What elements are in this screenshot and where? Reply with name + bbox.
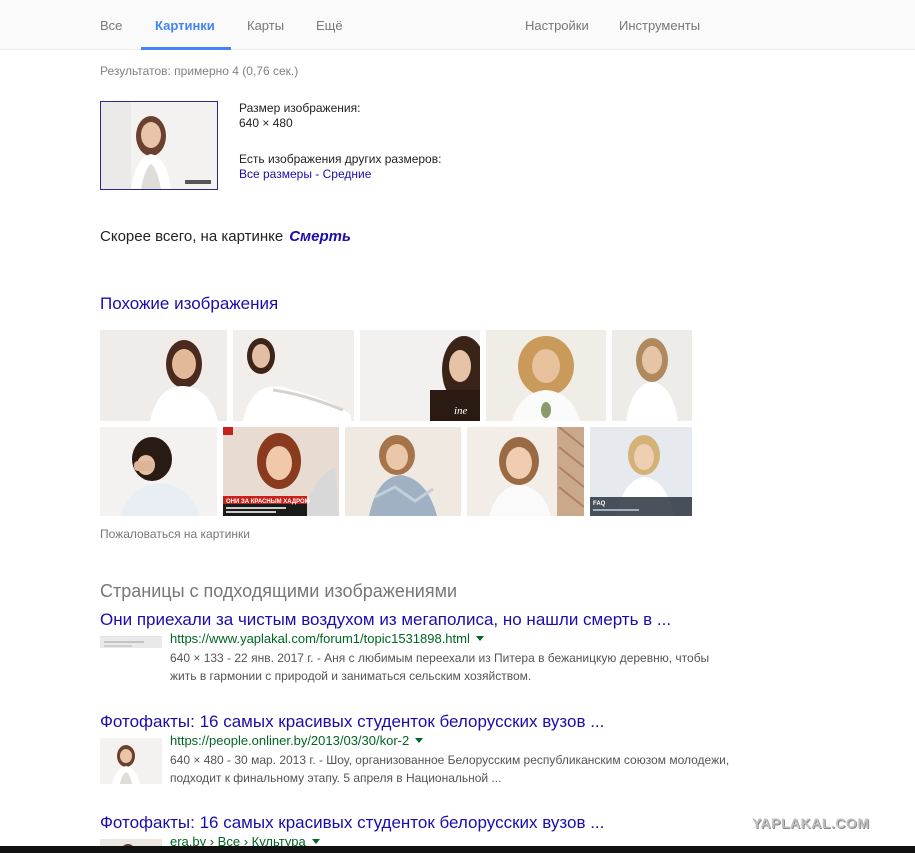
- tab-all[interactable]: Все: [100, 0, 122, 49]
- similar-image-6[interactable]: [100, 427, 217, 516]
- result-1-url[interactable]: https://www.yaplakal.com/forum1/topic153…: [170, 631, 484, 646]
- similar-photo-5: [612, 330, 692, 421]
- similar-photo-4: [486, 330, 606, 421]
- search-result-2: Фотофакты: 16 самых красивых студенток б…: [100, 712, 740, 792]
- tab-maps[interactable]: Карты: [247, 0, 284, 49]
- result-1-title[interactable]: Они приехали за чистым воздухом из мегап…: [100, 610, 740, 630]
- similar-image-3-signature: ine: [454, 405, 468, 417]
- best-guess-link[interactable]: Смерть: [289, 228, 351, 245]
- other-sizes-links: Все размеры - Средние: [239, 167, 441, 182]
- result-1-url-text[interactable]: https://www.yaplakal.com/forum1/topic153…: [170, 631, 470, 646]
- bottom-edge-bar: [0, 846, 915, 853]
- tab-more[interactable]: Ещё: [316, 0, 343, 49]
- similar-image-8[interactable]: [345, 427, 461, 516]
- similar-photo-10: FAQ: [590, 427, 692, 516]
- settings-link[interactable]: Настройки: [525, 0, 589, 49]
- similar-image-9[interactable]: [467, 427, 584, 516]
- similar-photo-1: [100, 330, 227, 421]
- result-1-snippet: 640 × 133 - 22 янв. 2017 г. - Аня с люби…: [170, 651, 710, 683]
- result-3-title[interactable]: Фотофакты: 16 самых красивых студенток б…: [100, 813, 740, 833]
- result-2-thumbnail[interactable]: [100, 738, 162, 784]
- result-1-caret-down-icon[interactable]: [475, 636, 484, 641]
- result-2-caret-down-icon[interactable]: [415, 738, 424, 743]
- result-2-title[interactable]: Фотофакты: 16 самых красивых студенток б…: [100, 712, 740, 732]
- image-size-value: 640 × 480: [239, 116, 293, 130]
- similar-image-3[interactable]: ine: [360, 330, 480, 421]
- best-guess-prefix: Скорее всего, на картинке: [100, 228, 284, 245]
- result-3-caret-down-icon[interactable]: [311, 839, 320, 844]
- result-1-thumbnail[interactable]: [100, 636, 162, 648]
- best-guess: Скорее всего, на картинке Смерть: [100, 228, 351, 245]
- similar-photo-8: [345, 427, 461, 516]
- similar-image-7[interactable]: ОНИ ЗА КРАСНЫМ ХАДРОМ: [223, 427, 339, 516]
- similar-image-4[interactable]: [486, 330, 606, 421]
- tab-images[interactable]: Картинки: [141, 0, 231, 50]
- result-2-snippet: 640 × 480 - 30 мар. 2013 г. - Шоу, орган…: [170, 753, 730, 785]
- matching-pages-title: Страницы с подходящими изображениями: [100, 581, 458, 601]
- query-image-info: Размер изображения: 640 × 480 Есть изобр…: [239, 101, 441, 182]
- medium-sizes-link[interactable]: Средние: [323, 167, 372, 181]
- result-2-url[interactable]: https://people.onliner.by/2013/03/30/kor…: [170, 733, 424, 748]
- tools-link[interactable]: Инструменты: [619, 0, 700, 49]
- result-stats: Результатов: примерно 4 (0,76 сек.): [100, 64, 299, 78]
- result-2-url-text[interactable]: https://people.onliner.by/2013/03/30/kor…: [170, 733, 409, 748]
- woman-portrait-image: [101, 102, 217, 189]
- similar-image-1[interactable]: [100, 330, 227, 421]
- all-sizes-link[interactable]: Все размеры: [239, 167, 312, 181]
- similar-images-title[interactable]: Похожие изображения: [100, 294, 278, 314]
- other-sizes-label: Есть изображения других размеров:: [239, 152, 442, 166]
- sizes-separator: -: [311, 167, 323, 181]
- similar-photo-6: [100, 427, 217, 516]
- image-size-label: Размер изображения:: [239, 101, 361, 115]
- result-2-thumb-image: [100, 738, 162, 784]
- similar-image-10[interactable]: FAQ: [590, 427, 692, 516]
- similar-photo-2: [233, 330, 354, 421]
- similar-image-10-caption: FAQ: [593, 501, 606, 507]
- top-nav: Все Картинки Карты Ещё Настройки Инструм…: [0, 0, 915, 50]
- similar-photo-9: [467, 427, 584, 516]
- result-1-thumb-image: [100, 637, 162, 648]
- similar-image-7-caption: ОНИ ЗА КРАСНЫМ ХАДРОМ: [226, 499, 310, 505]
- similar-image-2[interactable]: [233, 330, 354, 421]
- query-image-thumbnail[interactable]: [100, 101, 218, 190]
- similar-photo-3: ine: [360, 330, 480, 421]
- site-watermark: YAPLAKAL.COM: [752, 815, 870, 831]
- similar-photo-7: ОНИ ЗА КРАСНЫМ ХАДРОМ: [223, 427, 339, 516]
- search-result-1: Они приехали за чистым воздухом из мегап…: [100, 610, 740, 690]
- similar-image-5[interactable]: [612, 330, 692, 421]
- report-images-link[interactable]: Пожаловаться на картинки: [100, 527, 250, 541]
